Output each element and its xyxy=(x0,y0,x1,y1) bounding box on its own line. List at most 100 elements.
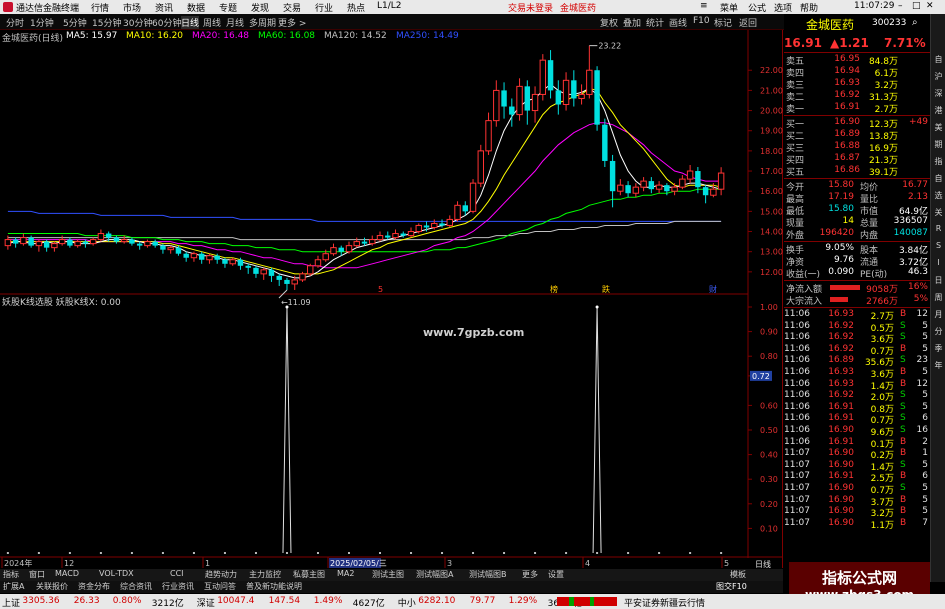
search-icon[interactable]: ⌕ xyxy=(912,17,918,28)
period-30min[interactable]: 30分钟 xyxy=(123,16,152,29)
period-indicator[interactable]: 日线 xyxy=(755,559,771,570)
side-tool-7[interactable]: 自 xyxy=(932,173,945,184)
candle[interactable] xyxy=(717,172,725,190)
candle[interactable] xyxy=(198,253,205,260)
candle[interactable] xyxy=(322,253,329,261)
side-tool-12[interactable]: I xyxy=(932,258,945,267)
menu-hangye[interactable]: 行业 xyxy=(315,1,333,14)
candle[interactable] xyxy=(462,205,468,212)
candle[interactable] xyxy=(214,255,220,260)
indicator-tab[interactable]: MACD xyxy=(55,569,79,578)
btn-diejia[interactable]: 叠加 xyxy=(623,16,641,29)
trade-login-alert[interactable]: 交易未登录 xyxy=(508,1,553,14)
candle[interactable] xyxy=(539,59,547,95)
indicator-tab[interactable]: 窗口 xyxy=(29,569,45,580)
side-tool-11[interactable]: S xyxy=(932,241,945,250)
candle[interactable] xyxy=(586,69,593,95)
indicator-tab[interactable]: 私募主图 xyxy=(293,569,325,580)
candle[interactable] xyxy=(299,273,306,281)
candle[interactable] xyxy=(415,224,422,233)
candle[interactable] xyxy=(43,241,50,248)
candle[interactable] xyxy=(345,245,353,253)
candle[interactable] xyxy=(284,279,290,284)
candle[interactable] xyxy=(338,247,344,252)
info-tab[interactable]: 行业资讯 xyxy=(162,581,194,592)
side-tool-1[interactable]: 沪 xyxy=(932,71,945,82)
event-marker[interactable]: 财 xyxy=(709,284,717,294)
indicator-tab[interactable]: MA2 xyxy=(337,569,354,578)
event-marker[interactable]: 跌 xyxy=(602,284,610,294)
candle[interactable] xyxy=(686,170,694,180)
period-fenshi[interactable]: 分时 xyxy=(6,16,24,29)
candle[interactable] xyxy=(175,247,182,254)
close-icon[interactable]: ✕ xyxy=(926,1,934,11)
info-tab[interactable]: 普及新功能说明 xyxy=(246,581,302,592)
help-btn[interactable]: 帮助 xyxy=(800,1,818,14)
menu-shuju[interactable]: 数据 xyxy=(187,1,205,14)
candle[interactable] xyxy=(602,124,608,161)
candle[interactable] xyxy=(369,239,376,245)
candle[interactable] xyxy=(516,85,523,116)
minimize-icon[interactable]: – xyxy=(898,1,903,11)
candle[interactable] xyxy=(20,237,27,245)
candle[interactable] xyxy=(423,225,430,228)
candle[interactable] xyxy=(136,243,143,246)
period-more[interactable]: 更多 > xyxy=(278,16,306,29)
candle[interactable] xyxy=(120,239,128,243)
side-tool-4[interactable]: 美 xyxy=(932,122,945,133)
candle[interactable] xyxy=(330,247,337,255)
candle[interactable] xyxy=(160,245,166,250)
candle[interactable] xyxy=(664,185,670,192)
side-tool-17[interactable]: 季 xyxy=(932,343,945,354)
side-tool-8[interactable]: 选 xyxy=(932,190,945,201)
candle[interactable] xyxy=(314,259,322,267)
window-menu-btn[interactable]: 菜单 xyxy=(720,1,738,14)
info-tab[interactable]: 互动问答 xyxy=(204,581,236,592)
indicator-tab[interactable]: 设置 xyxy=(548,569,564,580)
menu-zixun[interactable]: 资讯 xyxy=(155,1,173,14)
candle[interactable] xyxy=(190,253,198,259)
candle[interactable] xyxy=(237,259,244,266)
candle[interactable] xyxy=(609,160,616,192)
maximize-icon[interactable]: □ xyxy=(912,1,921,11)
candle[interactable] xyxy=(245,265,251,268)
menu-faxian[interactable]: 发现 xyxy=(251,1,269,14)
btn-tongji[interactable]: 统计 xyxy=(646,16,664,29)
period-15min[interactable]: 15分钟 xyxy=(92,16,121,29)
side-tool-18[interactable]: 年 xyxy=(932,360,945,371)
candle[interactable] xyxy=(632,186,640,194)
candle[interactable] xyxy=(89,239,97,245)
candle[interactable] xyxy=(446,218,453,226)
candle[interactable] xyxy=(392,233,399,239)
side-tool-0[interactable]: 自 xyxy=(932,54,945,65)
candle[interactable] xyxy=(477,150,485,184)
candle[interactable] xyxy=(439,223,445,226)
candle[interactable] xyxy=(353,241,360,247)
candle[interactable] xyxy=(129,239,135,244)
candle[interactable] xyxy=(144,241,151,247)
candle[interactable] xyxy=(648,181,655,190)
candle[interactable] xyxy=(183,253,189,258)
candle[interactable] xyxy=(82,241,89,244)
stock-name-alert[interactable]: 金城医药 xyxy=(560,1,596,14)
candle[interactable] xyxy=(229,259,236,265)
candle[interactable] xyxy=(493,89,500,122)
menu-icon[interactable]: ≡ xyxy=(700,1,708,11)
indicator-tab[interactable]: CCI xyxy=(170,569,184,578)
event-marker[interactable]: 5 xyxy=(378,285,383,294)
side-tool-10[interactable]: R xyxy=(932,224,945,233)
period-5min[interactable]: 5分钟 xyxy=(63,16,87,29)
candle[interactable] xyxy=(571,80,577,99)
side-tool-6[interactable]: 指 xyxy=(932,156,945,167)
side-tool-16[interactable]: 分 xyxy=(932,326,945,337)
candle[interactable] xyxy=(260,269,267,275)
btn-fuquan[interactable]: 复权 xyxy=(600,16,618,29)
candle[interactable] xyxy=(625,185,631,194)
candle[interactable] xyxy=(524,86,531,111)
candle[interactable] xyxy=(469,182,477,212)
info-tab[interactable]: 综合资讯 xyxy=(120,581,152,592)
period-daily[interactable]: 日线 xyxy=(181,16,200,29)
candle[interactable] xyxy=(679,178,686,188)
candle[interactable] xyxy=(4,239,12,247)
indicator-tab[interactable]: VOL-TDX xyxy=(99,569,134,578)
